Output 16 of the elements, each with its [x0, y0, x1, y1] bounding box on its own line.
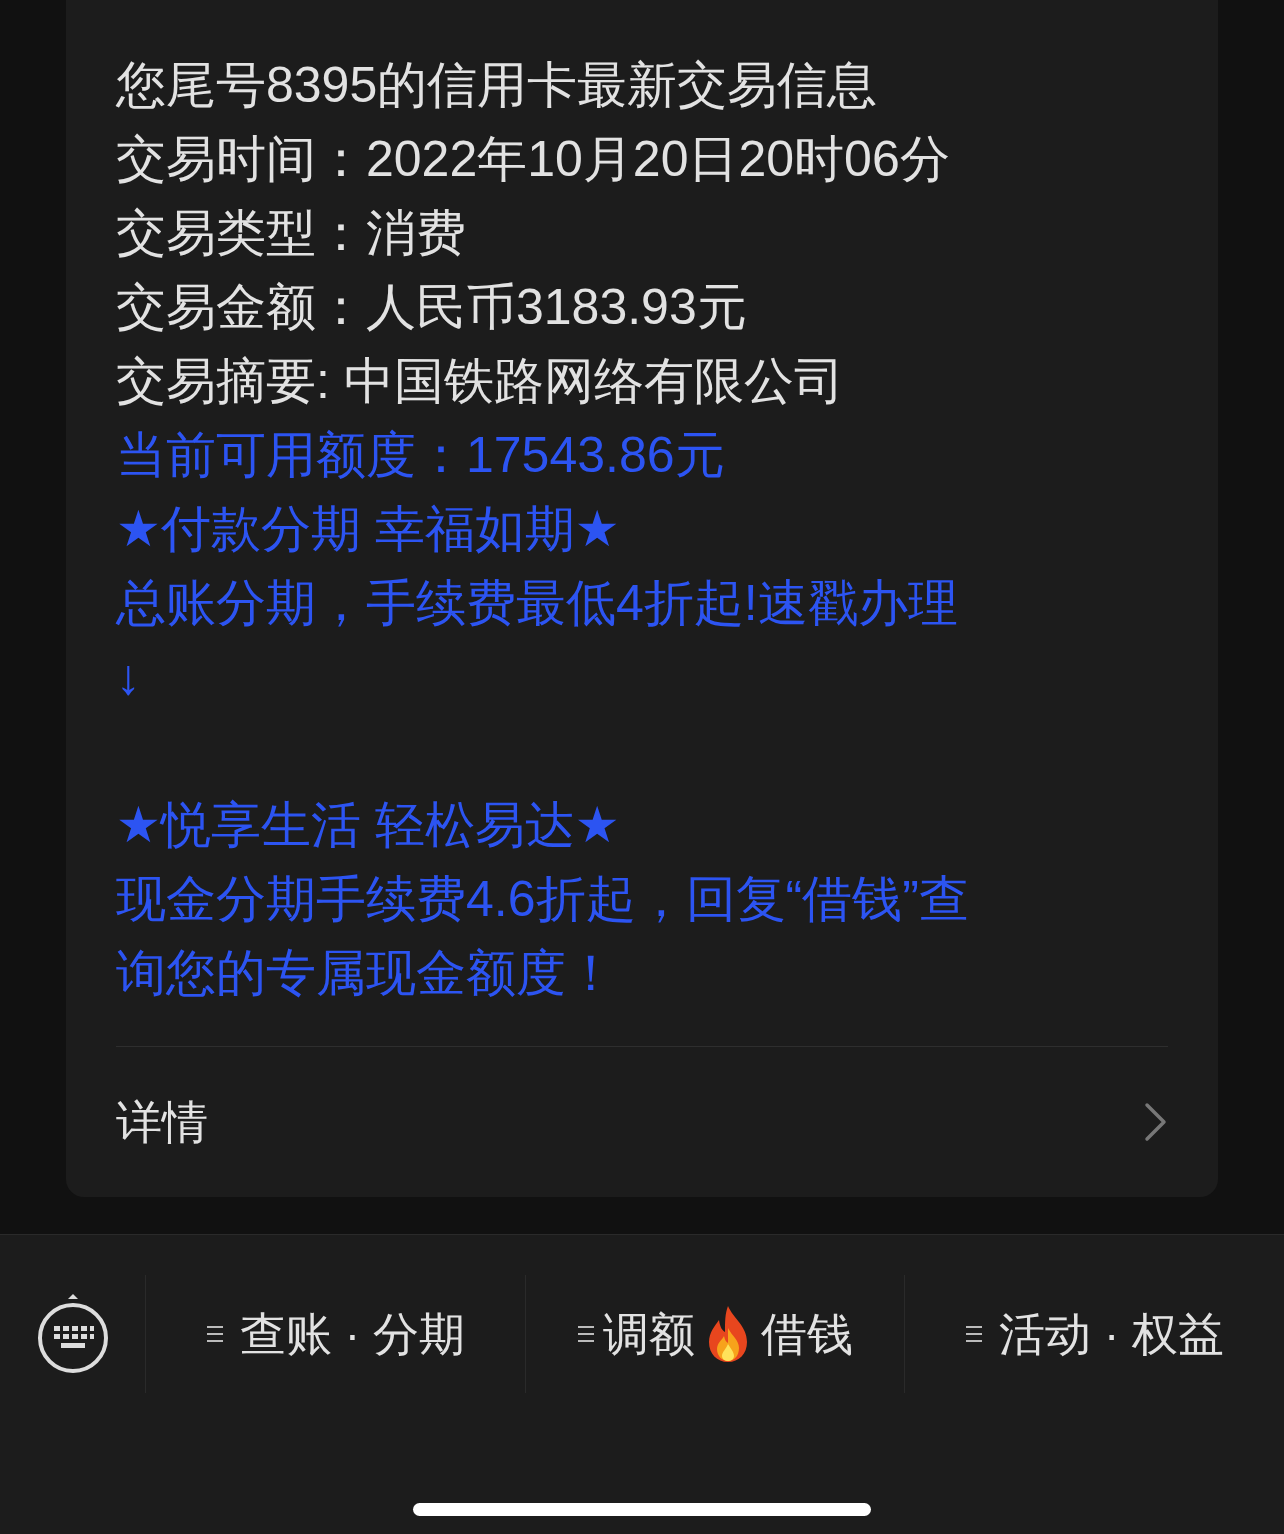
- message-line: 当前可用额度：17543.86元: [116, 426, 725, 485]
- message-line: 总账分期，手续费最低4折起!速戳办理: [116, 574, 958, 633]
- details-link[interactable]: 详情: [116, 1087, 208, 1157]
- message-line: 现金分期手续费4.6折起，回复“借钱”查: [116, 870, 969, 929]
- message-line: ★付款分期 幸福如期★: [116, 500, 620, 559]
- message-line: ↓: [116, 648, 141, 707]
- message-line: 您尾号8395的信用卡最新交易信息: [116, 56, 878, 115]
- message-line: 交易摘要: 中国铁路网络有限公司: [116, 352, 844, 411]
- message-line: 交易时间：2022年10月20日20时06分: [116, 130, 950, 189]
- menu-button[interactable]: 调额 借钱: [524, 1275, 905, 1393]
- message-line: 询您的专属现金额度！: [116, 944, 616, 1003]
- message-line: 交易金额：人民币3183.93元: [116, 278, 747, 337]
- menu-button[interactable]: 查账 · 分期: [145, 1275, 525, 1393]
- message-line: 交易类型：消费: [116, 204, 466, 263]
- message-line: ★悦享生活 轻松易达★: [116, 796, 620, 855]
- menu-button[interactable]: 活动 · 权益: [904, 1275, 1284, 1393]
